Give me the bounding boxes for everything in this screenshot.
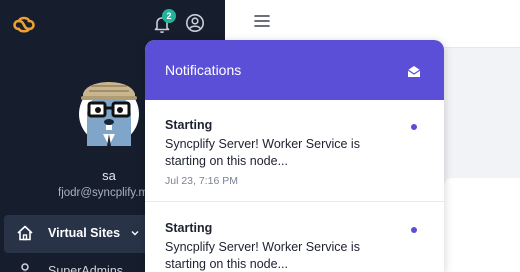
sidebar-item-label[interactable]: Virtual Sites (48, 226, 120, 240)
notification-item[interactable]: Starting Syncplify Server! Worker Servic… (145, 203, 444, 272)
notifications-dropdown: Notifications Starting Syncplify Server!… (145, 40, 444, 272)
account-icon[interactable] (185, 13, 205, 33)
home-icon (17, 225, 33, 241)
notification-item[interactable]: Starting Syncplify Server! Worker Servic… (145, 100, 444, 202)
mark-all-read-icon[interactable] (407, 64, 421, 78)
notification-title: Starting (165, 221, 213, 235)
user-avatar[interactable] (73, 72, 145, 146)
notification-body: Syncplify Server! Worker Service is star… (165, 240, 360, 271)
syncplify-logo[interactable] (10, 12, 38, 36)
unread-dot (411, 124, 417, 130)
notifications-title: Notifications (165, 62, 242, 78)
notification-title: Starting (165, 118, 213, 132)
notifications-header: Notifications (145, 40, 444, 100)
user-email: fjodr@syncplify.me (58, 187, 155, 199)
notification-body: Syncplify Server! Worker Service is star… (165, 137, 360, 168)
content-card (444, 178, 520, 272)
user-icon (21, 263, 29, 272)
chevron-down-icon (131, 231, 139, 236)
notification-count-badge: 2 (162, 9, 176, 23)
sidebar-item-superadmins[interactable]: SuperAdmins (48, 264, 123, 272)
unread-dot (411, 227, 417, 233)
notification-time: Jul 23, 7:16 PM (165, 175, 238, 187)
hamburger-menu-icon[interactable] (254, 14, 270, 28)
